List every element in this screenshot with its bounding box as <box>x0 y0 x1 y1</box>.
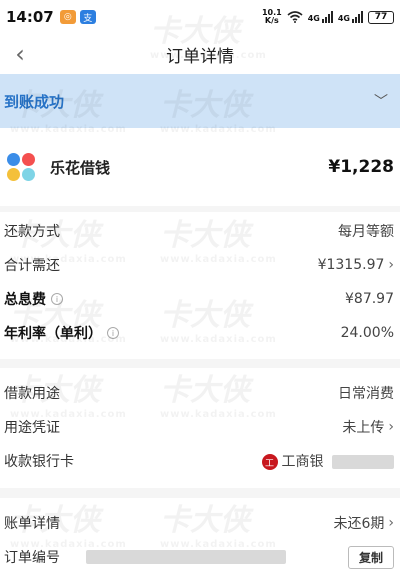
nav-bar: ‹ 订单详情 <box>0 34 400 74</box>
total-interest-value: ¥87.97 <box>345 291 394 307</box>
repayment-method-row: 还款方式 每月等额 <box>0 214 400 248</box>
total-interest-label: 总息费 <box>4 292 46 308</box>
info-icon[interactable]: i <box>51 293 63 305</box>
info-icon[interactable]: i <box>107 327 119 339</box>
annual-rate-row: 年利率（单利） i 24.00% <box>0 316 400 350</box>
merchant-card: 乐花借钱 ¥1,228 <box>0 128 400 206</box>
bank-card-row: 收款银行卡 工工商银 <box>0 444 400 478</box>
redacted-card-number <box>332 455 394 469</box>
notification-alipay-icon: 支 <box>79 10 96 24</box>
chevron-down-icon[interactable]: ﹀ <box>374 91 388 111</box>
lehua-logo-icon <box>6 152 36 182</box>
repayment-method-label: 还款方式 <box>4 224 60 240</box>
merchant-name: 乐花借钱 <box>50 158 111 177</box>
back-button[interactable]: ‹ <box>6 40 34 68</box>
annual-rate-value: 24.00% <box>340 325 394 341</box>
bill-section: 账单详情 未还6期 › 订单编号 复制 <box>0 498 400 581</box>
chevron-right-icon: › <box>388 257 394 273</box>
loan-amount: ¥1,228 <box>328 157 394 177</box>
chevron-left-icon: ‹ <box>15 40 25 68</box>
purpose-proof-value: 未上传 <box>342 420 385 436</box>
loan-purpose-label: 借款用途 <box>4 386 60 402</box>
total-due-row[interactable]: 合计需还 ¥1315.97 › <box>0 248 400 282</box>
order-number-label: 订单编号 <box>4 550 60 566</box>
status-banner[interactable]: 到账成功 ﹀ <box>0 74 400 128</box>
status-banner-text: 到账成功 <box>4 92 65 111</box>
purpose-proof-row[interactable]: 用途凭证 未上传 › <box>0 410 400 444</box>
chevron-right-icon: › <box>388 419 394 435</box>
status-time: 14:07 <box>6 8 54 26</box>
page-title: 订单详情 <box>166 46 234 67</box>
repayment-section: 还款方式 每月等额 合计需还 ¥1315.97 › 总息费 i ¥87.97 年… <box>0 212 400 359</box>
network-speed: 10.1 K/s <box>261 8 282 25</box>
copy-button[interactable]: 复制 <box>347 545 394 569</box>
signal-sim2-icon: 4G <box>338 11 363 23</box>
status-bar: 14:07 ◎ 支 10.1 K/s 4G 4G 77 <box>0 0 400 34</box>
annual-rate-label: 年利率（单利） <box>4 326 102 342</box>
total-interest-row: 总息费 i ¥87.97 <box>0 282 400 316</box>
bill-detail-label: 账单详情 <box>4 516 60 532</box>
redacted-order-number <box>86 550 286 564</box>
purpose-proof-label: 用途凭证 <box>4 420 60 436</box>
repayment-method-value: 每月等额 <box>338 224 394 240</box>
loan-purpose-value: 日常消费 <box>338 386 394 402</box>
icbc-bank-icon: 工 <box>261 454 278 470</box>
bank-card-label: 收款银行卡 <box>4 454 74 470</box>
total-due-label: 合计需还 <box>4 258 60 274</box>
chevron-right-icon: › <box>388 515 394 531</box>
bank-card-value: 工工商银 <box>261 451 394 471</box>
signal-sim1-icon: 4G <box>308 11 333 23</box>
wifi-icon <box>287 8 303 27</box>
bill-detail-value: 未还6期 <box>333 516 385 532</box>
total-due-value: ¥1315.97 <box>317 257 385 273</box>
loan-purpose-row: 借款用途 日常消费 <box>0 376 400 410</box>
order-number-row: 订单编号 复制 <box>0 540 400 574</box>
notification-app-icon: ◎ <box>59 10 76 24</box>
loan-info-section: 借款用途 日常消费 用途凭证 未上传 › 收款银行卡 工工商银 <box>0 368 400 488</box>
bill-detail-row[interactable]: 账单详情 未还6期 › <box>0 506 400 540</box>
battery-icon: 77 <box>368 10 394 24</box>
